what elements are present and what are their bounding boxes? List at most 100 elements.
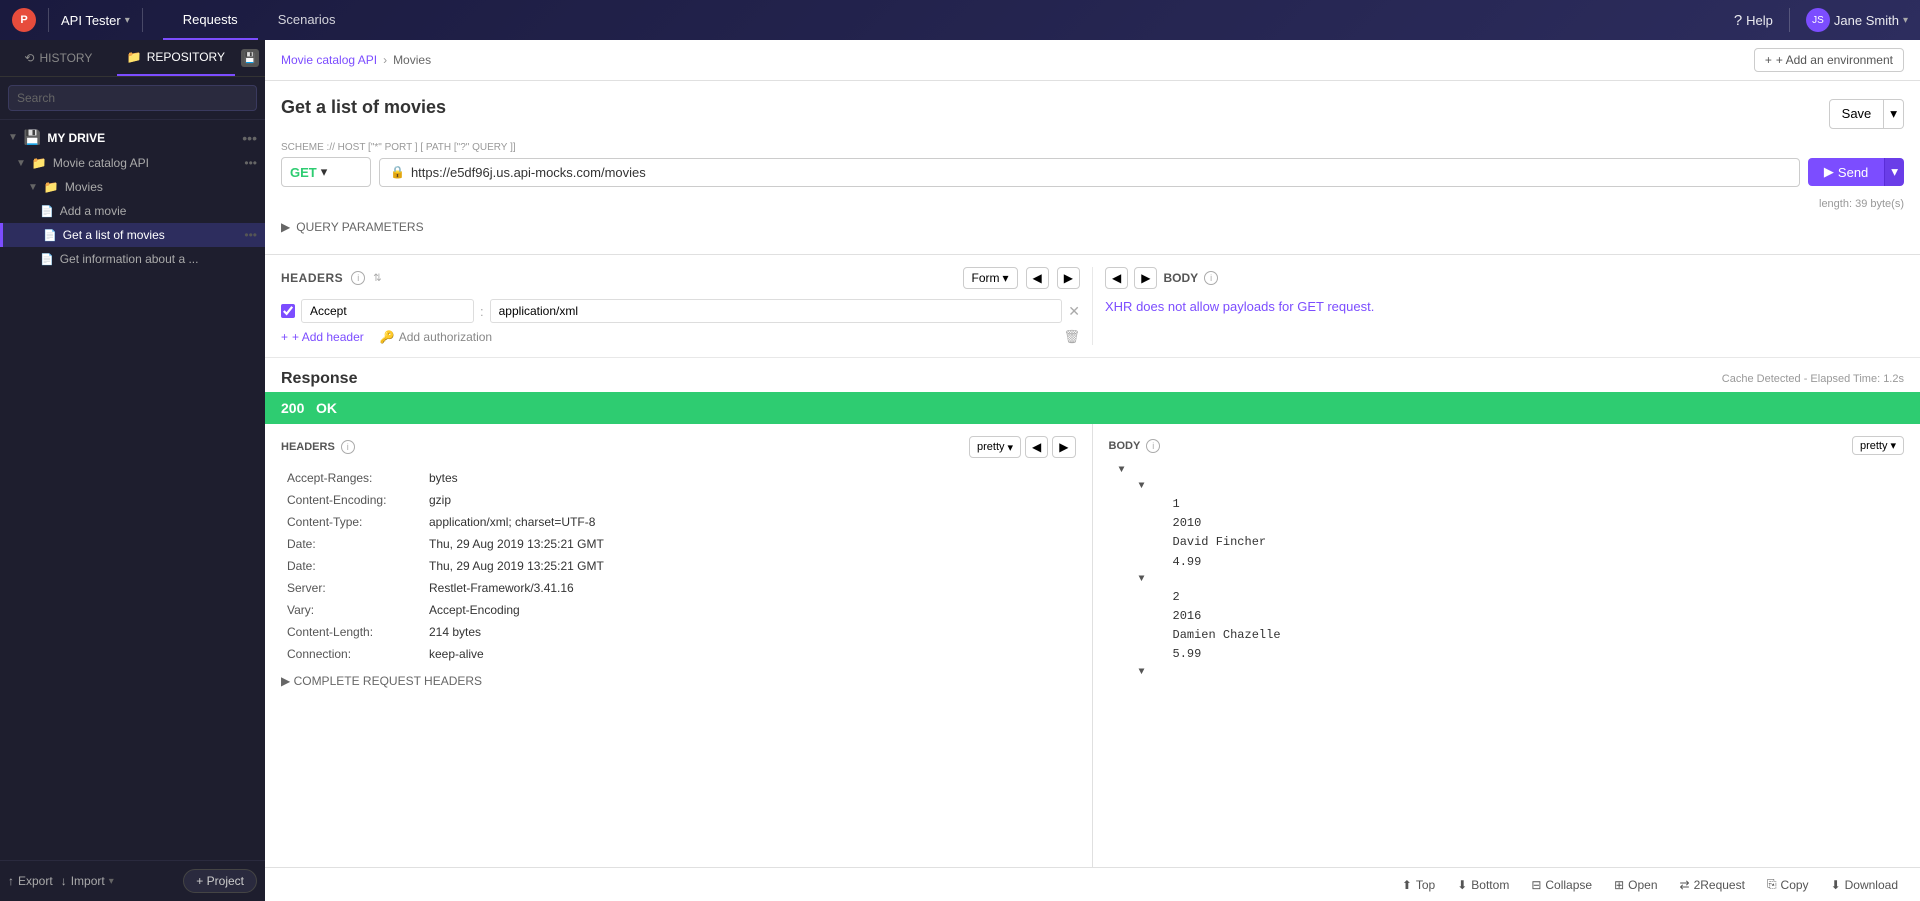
- get-movies-more[interactable]: •••: [244, 228, 257, 242]
- user-menu[interactable]: JS Jane Smith ▾: [1806, 8, 1908, 32]
- resp-arrow-right[interactable]: ▶: [1052, 436, 1075, 458]
- header-delete-1[interactable]: ✕: [1068, 303, 1080, 320]
- movie-catalog-label: Movie catalog API: [53, 156, 149, 170]
- resp-body-pretty-btn[interactable]: pretty ▾: [1852, 436, 1904, 455]
- search-input[interactable]: [8, 85, 257, 111]
- add-header-button[interactable]: + + Add header: [281, 329, 364, 345]
- complete-request-toggle[interactable]: ▶ COMPLETE REQUEST HEADERS: [281, 666, 1076, 688]
- xml-toggle[interactable]: ▼: [1139, 479, 1145, 495]
- tree-item-movie-catalog[interactable]: ▼ 📁 Movie catalog API •••: [0, 151, 265, 175]
- breadcrumb-catalog[interactable]: Movie catalog API: [281, 53, 377, 67]
- movies-folder-icon: 📁: [44, 180, 59, 194]
- my-drive-more[interactable]: •••: [242, 130, 257, 146]
- to-request-label: 2Request: [1694, 878, 1745, 892]
- sidebar-save-icon[interactable]: 💾: [235, 40, 265, 76]
- send-dropdown-button[interactable]: ▾: [1884, 158, 1904, 186]
- breadcrumb-movies[interactable]: Movies: [393, 53, 431, 67]
- tree-item-movies[interactable]: ▼ 📁 Movies: [0, 175, 265, 199]
- resp-headers-pretty-btn[interactable]: pretty ▾: [969, 436, 1021, 458]
- xml-line: 2010: [1109, 514, 1905, 533]
- add-movie-file-icon: 📄: [40, 205, 54, 218]
- open-button[interactable]: ⊞ Open: [1608, 875, 1663, 895]
- xml-toggle[interactable]: ▼: [1139, 665, 1145, 681]
- header-value-1[interactable]: [490, 299, 1063, 323]
- sidebar-search: [0, 77, 265, 120]
- headers-actions: Form ▾ ◀ ▶: [963, 267, 1081, 289]
- save-button[interactable]: Save: [1829, 99, 1885, 129]
- movies-chevron: ▼: [28, 182, 38, 193]
- resp-body-info-icon: i: [1146, 439, 1160, 453]
- add-auth-button[interactable]: 🔑 Add authorization: [380, 329, 492, 345]
- query-params-toggle[interactable]: ▶ QUERY PARAMETERS: [281, 216, 1904, 238]
- send-button[interactable]: ▶ Send: [1808, 158, 1884, 186]
- to-request-icon: ⇄: [1680, 878, 1690, 892]
- copy-button[interactable]: ⎘ Copy: [1761, 874, 1815, 895]
- tree-item-get-movies[interactable]: 📄 Get a list of movies •••: [0, 223, 265, 247]
- body-arrow-left[interactable]: ◀: [1105, 267, 1128, 289]
- app-name-chevron[interactable]: ▾: [125, 15, 130, 26]
- response-header-row: Server:Restlet-Framework/3.41.16: [283, 578, 1074, 598]
- response-headers-table: Accept-Ranges:bytesContent-Encoding:gzip…: [281, 466, 1076, 666]
- send-chevron-icon: ▾: [1891, 164, 1898, 179]
- body-label: BODY: [1163, 271, 1198, 285]
- save-dropdown-button[interactable]: ▾: [1884, 99, 1904, 129]
- form-button[interactable]: Form ▾: [963, 267, 1018, 289]
- help-button[interactable]: ? Help: [1734, 12, 1773, 29]
- headers-arrow-right[interactable]: ▶: [1057, 267, 1080, 289]
- sidebar-tab-repository[interactable]: 📁 REPOSITORY: [117, 40, 235, 76]
- download-button[interactable]: ⬇ Download: [1825, 875, 1904, 895]
- collapse-button[interactable]: ⊟ Collapse: [1525, 875, 1598, 895]
- top-button[interactable]: ⬆ Top: [1396, 875, 1441, 895]
- xml-line: 2: [1109, 588, 1905, 607]
- delete-all-button[interactable]: 🗑: [1063, 329, 1080, 345]
- method-select[interactable]: GET ▾: [281, 157, 371, 187]
- xml-toggle[interactable]: ▼: [1119, 463, 1125, 479]
- send-btn-wrap: ▶ Send ▾: [1808, 158, 1904, 186]
- nav-tab-scenarios[interactable]: Scenarios: [258, 0, 356, 40]
- tree-item-add-movie[interactable]: 📄 Add a movie: [0, 199, 265, 223]
- xml-line: ▼: [1109, 479, 1905, 495]
- top-nav: P API Tester ▾ Requests Scenarios ? Help…: [0, 0, 1920, 40]
- headers-arrow-left[interactable]: ◀: [1026, 267, 1049, 289]
- response-header-row: Connection:keep-alive: [283, 644, 1074, 664]
- resp-arrow-left[interactable]: ◀: [1025, 436, 1048, 458]
- to-request-button[interactable]: ⇄ 2Request: [1674, 875, 1751, 895]
- headers-section-header: HEADERS i ⇅ Form ▾ ◀ ▶: [281, 267, 1080, 289]
- nav-divider-2: [142, 8, 143, 32]
- my-drive-chevron: ▼: [8, 132, 18, 143]
- import-icon: ↓: [61, 874, 67, 888]
- import-label: Import: [71, 874, 105, 888]
- add-environment-button[interactable]: + + Add an environment: [1754, 48, 1904, 72]
- url-input[interactable]: [411, 165, 1789, 180]
- resp-body-pretty-label: pretty: [1860, 440, 1888, 452]
- sidebar-tab-history[interactable]: ⟲ HISTORY: [0, 40, 117, 76]
- project-button[interactable]: + Project: [183, 869, 257, 893]
- tree-item-get-info[interactable]: 📄 Get information about a ...: [0, 247, 265, 271]
- send-icon: ▶: [1824, 164, 1834, 180]
- nav-tab-requests[interactable]: Requests: [163, 0, 258, 40]
- sort-icon[interactable]: ⇅: [373, 273, 381, 284]
- project-label: + Project: [196, 874, 244, 888]
- import-button[interactable]: ↓ Import ▾: [61, 874, 114, 888]
- export-button[interactable]: ↑ Export: [8, 874, 53, 888]
- help-label: Help: [1746, 13, 1773, 28]
- add-header-label: + Add header: [292, 330, 364, 344]
- header-checkbox-1[interactable]: [281, 304, 295, 318]
- resp-body-chevron-icon: ▾: [1890, 439, 1896, 452]
- sidebar-bottom: ↑ Export ↓ Import ▾ + Project: [0, 860, 265, 901]
- tree-item-my-drive[interactable]: ▼ 💾 MY DRIVE •••: [0, 124, 265, 151]
- request-title: Get a list of movies: [281, 97, 446, 118]
- response-body-panel: BODY i pretty ▾ ▼▼ 1 </span><span style=…: [1093, 424, 1920, 867]
- copy-icon: ⎘: [1767, 877, 1777, 892]
- movie-catalog-more[interactable]: •••: [244, 156, 257, 170]
- header-key-1[interactable]: [301, 299, 474, 323]
- bottom-button[interactable]: ⬇ Bottom: [1451, 875, 1515, 895]
- body-arrow-right[interactable]: ▶: [1134, 267, 1157, 289]
- status-text: OK: [316, 400, 337, 416]
- xml-toggle[interactable]: ▼: [1139, 572, 1145, 588]
- key-icon: 🔑: [380, 330, 395, 344]
- drive-icon: 💾: [24, 129, 41, 146]
- body-section-header: ◀ ▶ BODY i: [1105, 267, 1904, 289]
- xml-line: ▼: [1109, 665, 1905, 681]
- bottom-label: Bottom: [1471, 878, 1509, 892]
